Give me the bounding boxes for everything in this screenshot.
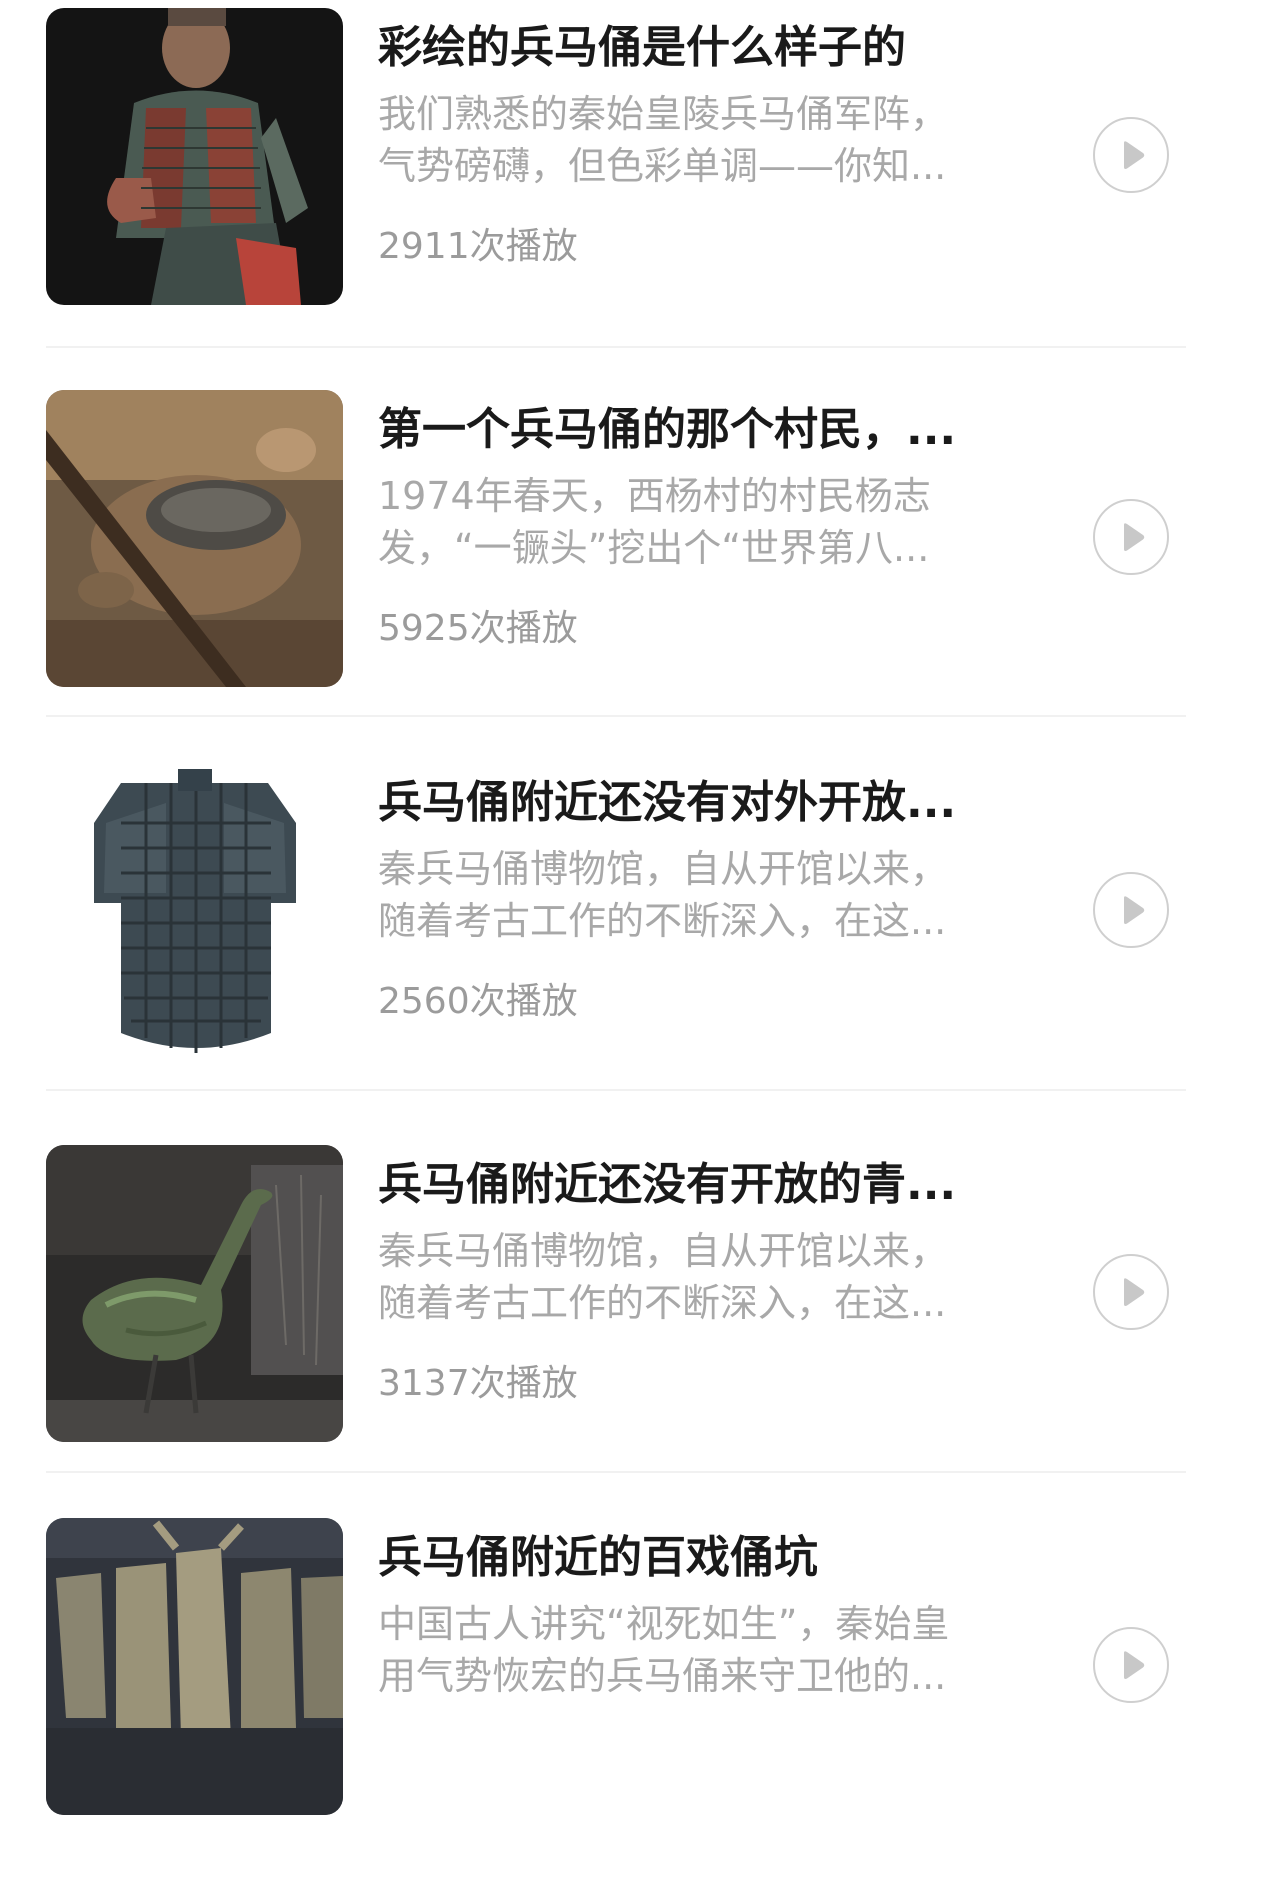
description-line: 用气势恢宏的兵马俑来守卫他的... [378,1654,947,1698]
play-count: 5925次播放 [378,608,578,649]
list-item[interactable]: 兵马俑附近还没有对外开放... 秦兵马俑博物馆，自从开馆以来， 随着考古工作的不… [0,755,1280,1135]
list-item[interactable]: 第一个兵马俑的那个村民，... 1974年春天，西杨村的村民杨志 发，“一镢头”… [0,382,1280,762]
play-button[interactable] [1093,1254,1169,1330]
play-icon [1124,896,1145,924]
description-line: 随着考古工作的不断深入，在这... [378,1281,947,1325]
episode-thumbnail[interactable] [46,1145,343,1442]
episode-thumbnail[interactable] [46,763,343,1060]
list-item[interactable]: 兵马俑附近的百戏俑坑 中国古人讲究“视死如生”，秦始皇 用气势恢宏的兵马俑来守卫… [0,1510,1280,1890]
play-button[interactable] [1093,872,1169,948]
episode-description: 中国古人讲究“视死如生”，秦始皇 用气势恢宏的兵马俑来守卫他的... [378,1598,1018,1702]
episode-title[interactable]: 彩绘的兵马俑是什么样子的 [378,18,1018,78]
description-line: 秦兵马俑博物馆，自从开馆以来， [378,847,949,891]
episode-description: 秦兵马俑博物馆，自从开馆以来， 随着考古工作的不断深入，在这... [378,843,1018,947]
description-line: 气势磅礴，但色彩单调——你知... [378,144,947,188]
episode-description: 1974年春天，西杨村的村民杨志 发，“一镢头”挖出个“世界第八... [378,470,1018,574]
play-button[interactable] [1093,117,1169,193]
painted-terracotta-warrior-image [46,8,343,305]
episode-title[interactable]: 兵马俑附近还没有开放的青... [378,1155,1018,1215]
play-icon [1124,523,1145,551]
list-item[interactable]: 彩绘的兵马俑是什么样子的 我们熟悉的秦始皇陵兵马俑军阵， 气势磅礴，但色彩单调—… [0,0,1280,380]
episode-title[interactable]: 兵马俑附近还没有对外开放... [378,773,1018,833]
audio-episode-list: 彩绘的兵马俑是什么样子的 我们熟悉的秦始皇陵兵马俑军阵， 气势磅礴，但色彩单调—… [0,0,1280,1815]
play-button[interactable] [1093,1627,1169,1703]
divider [46,715,1186,717]
acrobat-figurines-image [46,1518,343,1815]
stone-armor-image [46,763,343,1060]
episode-thumbnail[interactable] [46,1518,343,1815]
description-line: 发，“一镢头”挖出个“世界第八... [378,526,930,570]
play-count: 3137次播放 [378,1363,578,1404]
description-line: 中国古人讲究“视死如生”，秦始皇 [378,1602,950,1646]
episode-title[interactable]: 第一个兵马俑的那个村民，... [378,400,1018,460]
play-icon [1124,141,1145,169]
episode-thumbnail[interactable] [46,8,343,305]
episode-thumbnail[interactable] [46,390,343,687]
list-item[interactable]: 兵马俑附近还没有开放的青... 秦兵马俑博物馆，自从开馆以来， 随着考古工作的不… [0,1137,1280,1517]
bronze-crane-image [46,1145,343,1442]
description-line: 1974年春天，西杨村的村民杨志 [378,474,931,518]
divider [46,346,1186,348]
play-button[interactable] [1093,499,1169,575]
episode-description: 我们熟悉的秦始皇陵兵马俑军阵， 气势磅礴，但色彩单调——你知... [378,88,1018,192]
episode-title[interactable]: 兵马俑附近的百戏俑坑 [378,1528,1018,1588]
play-icon [1124,1278,1145,1306]
description-line: 秦兵马俑博物馆，自从开馆以来， [378,1229,949,1273]
divider [46,1471,1186,1473]
description-line: 随着考古工作的不断深入，在这... [378,899,947,943]
episode-description: 秦兵马俑博物馆，自从开馆以来， 随着考古工作的不断深入，在这... [378,1225,1018,1329]
divider [46,1089,1186,1091]
description-line: 我们熟悉的秦始皇陵兵马俑军阵， [378,92,949,136]
play-icon [1124,1651,1145,1679]
play-count: 2560次播放 [378,981,578,1022]
excavation-site-image [46,390,343,687]
play-count: 2911次播放 [378,226,578,267]
